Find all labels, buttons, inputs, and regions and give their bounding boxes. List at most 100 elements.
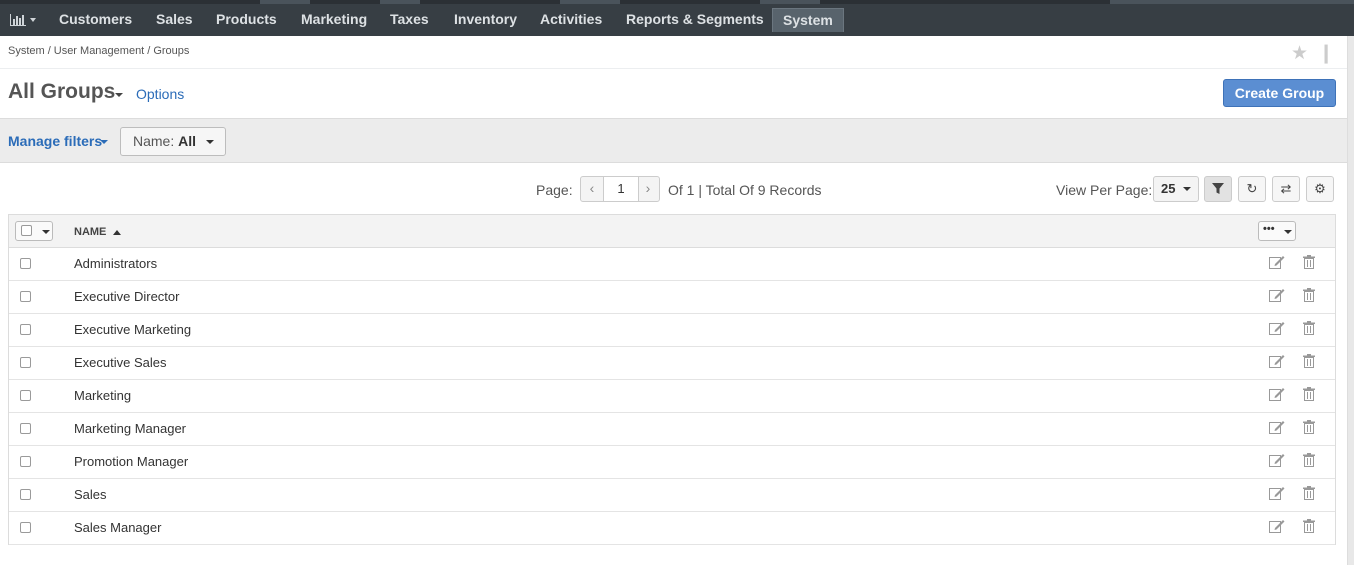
page-header-icons: ★ ❙ (1281, 42, 1334, 65)
edit-icon[interactable] (1269, 354, 1285, 371)
page-title[interactable]: All Groups (8, 80, 115, 104)
nav-marketing[interactable]: Marketing (287, 4, 381, 36)
table-row[interactable]: Sales Manager (9, 512, 1335, 545)
row-checkbox[interactable] (20, 456, 31, 467)
filter-toggle-button[interactable] (1204, 176, 1232, 202)
delete-icon[interactable] (1303, 354, 1315, 371)
nav-products[interactable]: Products (202, 4, 291, 36)
delete-icon[interactable] (1303, 420, 1315, 437)
delete-icon[interactable] (1303, 387, 1315, 404)
edit-icon[interactable] (1269, 519, 1285, 536)
row-checkbox[interactable] (20, 423, 31, 434)
row-checkbox[interactable] (20, 390, 31, 401)
name-filter-value: All (178, 133, 197, 149)
delete-icon[interactable] (1303, 453, 1315, 470)
nav-sales[interactable]: Sales (142, 4, 207, 36)
group-name[interactable]: Executive Marketing (74, 322, 191, 337)
pin-icon[interactable]: ❙ (1318, 42, 1334, 65)
sort-ascending-icon (113, 230, 121, 235)
chevron-down-icon[interactable] (42, 230, 50, 234)
divider (0, 68, 1347, 69)
select-all-checkbox[interactable] (21, 225, 32, 236)
reset-icon: ⇄ (1280, 181, 1292, 196)
group-name[interactable]: Administrators (74, 256, 157, 271)
chevron-right-icon[interactable]: › (637, 177, 659, 201)
delete-icon[interactable] (1303, 321, 1315, 338)
breadcrumb-system[interactable]: System (8, 45, 45, 57)
manage-filters-button[interactable]: Manage filters (8, 133, 102, 149)
edit-icon[interactable] (1269, 255, 1285, 272)
column-header-name[interactable]: NAME (74, 226, 106, 238)
edit-icon[interactable] (1269, 387, 1285, 404)
delete-icon[interactable] (1303, 288, 1315, 305)
pagination-control: ‹ 1 › (580, 176, 660, 202)
group-name[interactable]: Executive Director (74, 289, 179, 304)
per-page-select[interactable]: 25 (1153, 176, 1199, 202)
refresh-icon: ↻ (1246, 181, 1258, 196)
per-page-value: 25 (1161, 181, 1176, 196)
options-link[interactable]: Options (136, 86, 184, 102)
group-name[interactable]: Marketing Manager (74, 421, 186, 436)
edit-icon[interactable] (1269, 288, 1285, 305)
mass-actions-dropdown[interactable]: ••• (1258, 221, 1296, 241)
group-name[interactable]: Marketing (74, 388, 131, 403)
create-group-button[interactable]: Create Group (1223, 79, 1336, 107)
group-name[interactable]: Promotion Manager (74, 454, 188, 469)
gear-icon: ⚙ (1314, 181, 1326, 196)
table-row[interactable]: Administrators (9, 248, 1335, 281)
nav-customers[interactable]: Customers (45, 4, 146, 36)
select-all-dropdown[interactable] (15, 221, 53, 241)
chevron-left-icon[interactable]: ‹ (581, 177, 603, 201)
nav-reports-segments[interactable]: Reports & Segments (612, 4, 778, 36)
table-row[interactable]: Marketing (9, 380, 1335, 413)
table-row[interactable]: Executive Marketing (9, 314, 1335, 347)
scrollbar[interactable] (1347, 36, 1354, 565)
edit-icon[interactable] (1269, 420, 1285, 437)
edit-icon[interactable] (1269, 453, 1285, 470)
nav-inventory[interactable]: Inventory (440, 4, 531, 36)
star-icon[interactable]: ★ (1291, 42, 1308, 65)
records-total: Of 1 | Total Of 9 Records (668, 182, 822, 198)
table-row[interactable]: Sales (9, 479, 1335, 512)
chevron-down-icon (206, 140, 214, 144)
edit-icon[interactable] (1269, 321, 1285, 338)
table-row[interactable]: Marketing Manager (9, 413, 1335, 446)
chevron-down-icon (1284, 230, 1292, 234)
nav-system[interactable]: System (772, 8, 844, 32)
row-checkbox[interactable] (20, 291, 31, 302)
table-row[interactable]: Executive Director (9, 281, 1335, 314)
chevron-down-icon[interactable] (115, 93, 123, 97)
chevron-down-icon[interactable] (100, 140, 108, 144)
group-name[interactable]: Executive Sales (74, 355, 167, 370)
nav-taxes[interactable]: Taxes (376, 4, 443, 36)
chart-icon (10, 14, 26, 26)
row-checkbox[interactable] (20, 324, 31, 335)
table-header: NAME ••• (9, 215, 1335, 248)
chevron-down-icon (1183, 187, 1191, 191)
delete-icon[interactable] (1303, 255, 1315, 272)
refresh-button[interactable]: ↻ (1238, 176, 1266, 202)
dashboard-menu[interactable] (0, 4, 44, 36)
edit-icon[interactable] (1269, 486, 1285, 503)
name-filter-label: Name: (133, 133, 175, 149)
breadcrumb-separator: / (47, 45, 51, 57)
row-checkbox[interactable] (20, 489, 31, 500)
row-checkbox[interactable] (20, 357, 31, 368)
reset-button[interactable]: ⇄ (1272, 176, 1300, 202)
chevron-down-icon (30, 18, 36, 22)
breadcrumb-groups: Groups (153, 45, 190, 57)
page-number-input[interactable]: 1 (603, 176, 639, 202)
delete-icon[interactable] (1303, 486, 1315, 503)
breadcrumb-user-management[interactable]: User Management (54, 45, 145, 57)
grid-settings-button[interactable]: ⚙ (1306, 176, 1334, 202)
table-row[interactable]: Executive Sales (9, 347, 1335, 380)
breadcrumb-separator: / (147, 45, 151, 57)
delete-icon[interactable] (1303, 519, 1315, 536)
table-row[interactable]: Promotion Manager (9, 446, 1335, 479)
row-checkbox[interactable] (20, 258, 31, 269)
name-filter-button[interactable]: Name: All (120, 127, 226, 156)
nav-activities[interactable]: Activities (526, 4, 616, 36)
group-name[interactable]: Sales Manager (74, 520, 161, 535)
group-name[interactable]: Sales (74, 487, 107, 502)
row-checkbox[interactable] (20, 522, 31, 533)
